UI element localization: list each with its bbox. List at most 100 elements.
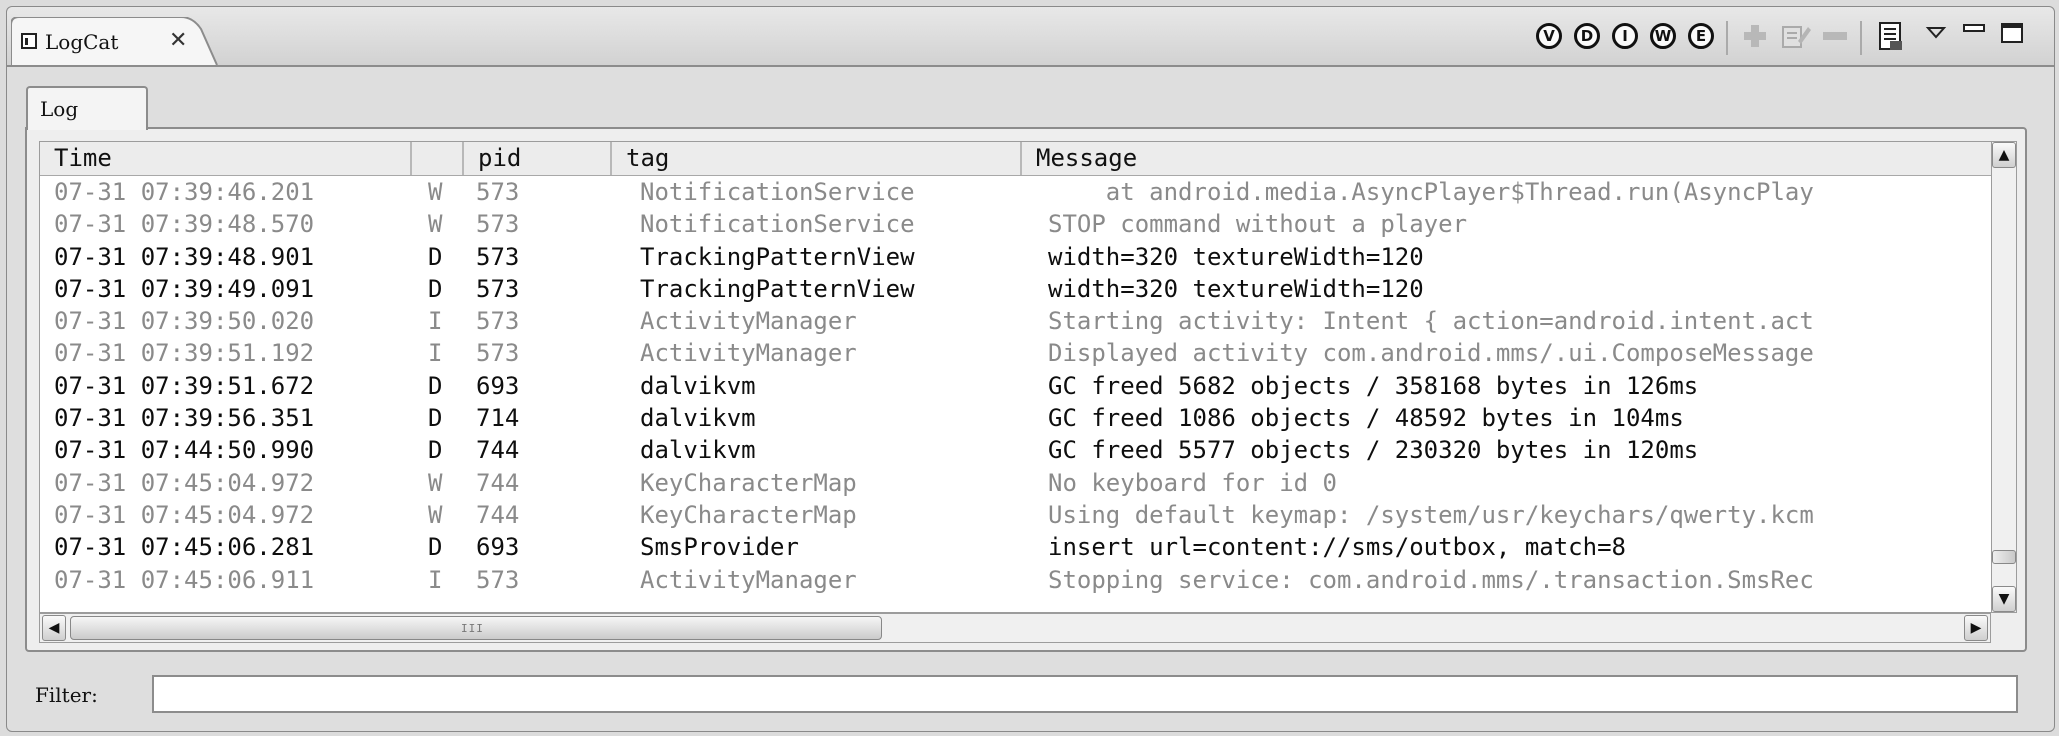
info-filter-button[interactable]: I bbox=[1612, 23, 1638, 49]
column-header-level[interactable] bbox=[412, 142, 464, 175]
scroll-left-icon[interactable]: ◀ bbox=[42, 615, 66, 641]
table-row[interactable]: 07-31 07:39:49.091 D 573 TrackingPatternVie… bbox=[40, 273, 1992, 305]
log-time: 07-31 07:39:46.201 bbox=[54, 178, 315, 206]
log-level: D bbox=[428, 242, 443, 271]
column-header-pid[interactable]: pid bbox=[464, 142, 612, 175]
log-time: 07-31 07:39:48.570 bbox=[54, 210, 315, 239]
log-tag: SmsProvider bbox=[640, 533, 799, 562]
table-row[interactable]: 07-31 07:39:46.201 W 573 NotificationServic… bbox=[40, 176, 1992, 208]
horizontal-scroll-thumb[interactable]: III bbox=[70, 616, 882, 640]
log-message: width=320 textureWidth=120 bbox=[1048, 274, 1424, 303]
log-pid: 714 bbox=[476, 404, 520, 433]
log-tag: dalvikvm bbox=[640, 371, 756, 400]
table-row[interactable]: 07-31 07:44:50.990 D 744 dalvikvm GC freed 5… bbox=[40, 434, 1992, 466]
table-row[interactable]: 07-31 07:39:48.570 W 573 NotificationServic… bbox=[40, 208, 1992, 240]
log-tag: KeyCharacterMap bbox=[640, 468, 857, 497]
log-message: at android.media.AsyncPlayer$Thread.run(… bbox=[1048, 178, 1814, 206]
log-level: D bbox=[428, 274, 443, 303]
table-row[interactable]: 07-31 07:45:04.972 W 744 KeyCharacterMap No … bbox=[40, 467, 1992, 499]
column-header-tag[interactable]: tag bbox=[612, 142, 1022, 175]
table-row[interactable]: 07-31 07:39:56.351 D 714 dalvikvm GC freed 1… bbox=[40, 402, 1992, 434]
table-row[interactable]: 07-31 07:39:50.020 I 573 ActivityManager Sta… bbox=[40, 305, 1992, 337]
log-tag: NotificationService bbox=[640, 178, 915, 206]
scroll-right-icon[interactable]: ▶ bbox=[1964, 615, 1988, 641]
log-pid: 693 bbox=[476, 533, 520, 562]
table-row[interactable]: 07-31 07:39:51.192 I 573 ActivityManager Dis… bbox=[40, 337, 1992, 369]
log-level: D bbox=[428, 404, 443, 433]
view-title-bar: LogCat ✕ V D I W E bbox=[7, 7, 2054, 67]
log-time: 07-31 07:39:56.351 bbox=[54, 404, 315, 433]
log-message: GC freed 5682 objects / 358168 bytes in … bbox=[1048, 371, 1699, 400]
remove-filter-icon[interactable] bbox=[1818, 19, 1852, 53]
log-level: I bbox=[428, 307, 443, 336]
table-row[interactable]: 07-31 07:45:04.972 W 744 KeyCharacterMap Usi… bbox=[40, 499, 1992, 531]
edit-filter-icon[interactable] bbox=[1778, 19, 1812, 53]
log-level: D bbox=[428, 436, 443, 465]
log-tag: dalvikvm bbox=[640, 436, 756, 465]
log-level: I bbox=[428, 339, 443, 368]
debug-filter-button[interactable]: D bbox=[1574, 23, 1600, 49]
log-level: D bbox=[428, 371, 443, 400]
log-tag: KeyCharacterMap bbox=[640, 500, 857, 529]
filter-input[interactable] bbox=[152, 675, 2018, 713]
log-message: GC freed 1086 objects / 48592 bytes in 1… bbox=[1048, 404, 1684, 433]
log-message: Displayed activity com.android.mms/.ui.C… bbox=[1048, 339, 1814, 368]
log-pid: 573 bbox=[476, 242, 520, 271]
error-filter-button[interactable]: E bbox=[1688, 23, 1714, 49]
log-panel: Time pid tag Message 07-31 07:39:46.201 W… bbox=[25, 127, 2027, 652]
log-tag: NotificationService bbox=[640, 210, 915, 239]
view-menu-icon[interactable] bbox=[1920, 19, 1954, 53]
vertical-scrollbar[interactable]: ▲ ▼ bbox=[1991, 141, 2017, 613]
log-tag: ActivityManager bbox=[640, 339, 857, 368]
log-tag: ActivityManager bbox=[640, 307, 857, 336]
log-level: W bbox=[428, 468, 443, 497]
log-message: Stopping service: com.android.mms/.trans… bbox=[1048, 565, 1814, 594]
log-tag: dalvikvm bbox=[640, 404, 756, 433]
log-pid: 573 bbox=[476, 274, 520, 303]
scroll-grip: III bbox=[461, 622, 484, 635]
verbose-filter-button[interactable]: V bbox=[1536, 23, 1562, 49]
table-row[interactable]: 07-31 07:39:48.901 D 573 TrackingPatternVie… bbox=[40, 241, 1992, 273]
clear-log-icon[interactable] bbox=[1874, 19, 1908, 53]
horizontal-scrollbar[interactable]: ◀ III ▶ bbox=[39, 613, 1991, 643]
log-level: I bbox=[428, 565, 443, 594]
tab-log[interactable]: Log bbox=[26, 86, 148, 130]
table-row[interactable]: 07-31 07:39:51.672 D 693 dalvikvm GC freed 5… bbox=[40, 370, 1992, 402]
vertical-scroll-thumb[interactable] bbox=[1992, 550, 2016, 564]
log-pid: 744 bbox=[476, 500, 520, 529]
log-pid: 744 bbox=[476, 436, 520, 465]
log-pid: 573 bbox=[476, 565, 520, 594]
add-filter-icon[interactable] bbox=[1738, 19, 1772, 53]
log-pid: 693 bbox=[476, 371, 520, 400]
log-message: width=320 textureWidth=120 bbox=[1048, 242, 1424, 271]
log-message: GC freed 5577 objects / 230320 bytes in … bbox=[1048, 436, 1699, 465]
column-header-message[interactable]: Message bbox=[1022, 142, 1992, 175]
log-time: 07-31 07:39:50.020 bbox=[54, 307, 315, 336]
warn-filter-button[interactable]: W bbox=[1650, 23, 1676, 49]
maximize-icon[interactable] bbox=[1996, 19, 2030, 53]
log-time: 07-31 07:39:51.192 bbox=[54, 339, 315, 368]
filter-label: Filter: bbox=[35, 683, 98, 707]
log-time: 07-31 07:45:04.972 bbox=[54, 468, 315, 497]
log-tag: TrackingPatternView bbox=[640, 242, 915, 271]
logcat-icon bbox=[21, 33, 37, 49]
table-row[interactable]: 07-31 07:45:06.281 D 693 SmsProvider insert … bbox=[40, 531, 1992, 563]
log-level: W bbox=[428, 178, 443, 206]
scroll-up-icon[interactable]: ▲ bbox=[1992, 142, 2016, 168]
log-pid: 744 bbox=[476, 468, 520, 497]
log-time: 07-31 07:39:51.672 bbox=[54, 371, 315, 400]
table-header: Time pid tag Message bbox=[40, 142, 1992, 176]
log-pid: 573 bbox=[476, 307, 520, 336]
log-time: 07-31 07:44:50.990 bbox=[54, 436, 315, 465]
log-time: 07-31 07:39:49.091 bbox=[54, 274, 315, 303]
log-pid: 573 bbox=[476, 339, 520, 368]
toolbar-separator bbox=[1860, 21, 1862, 55]
log-message: insert url=content://sms/outbox, match=8 bbox=[1048, 533, 1626, 562]
close-icon[interactable]: ✕ bbox=[169, 28, 187, 53]
scroll-down-icon[interactable]: ▼ bbox=[1992, 586, 2016, 612]
column-header-time[interactable]: Time bbox=[40, 142, 412, 175]
log-level: W bbox=[428, 500, 443, 529]
minimize-icon[interactable] bbox=[1958, 19, 1992, 53]
logcat-view-tab[interactable]: LogCat ✕ bbox=[11, 17, 218, 65]
table-row[interactable]: 07-31 07:45:06.911 I 573 ActivityManager Sto… bbox=[40, 564, 1992, 596]
